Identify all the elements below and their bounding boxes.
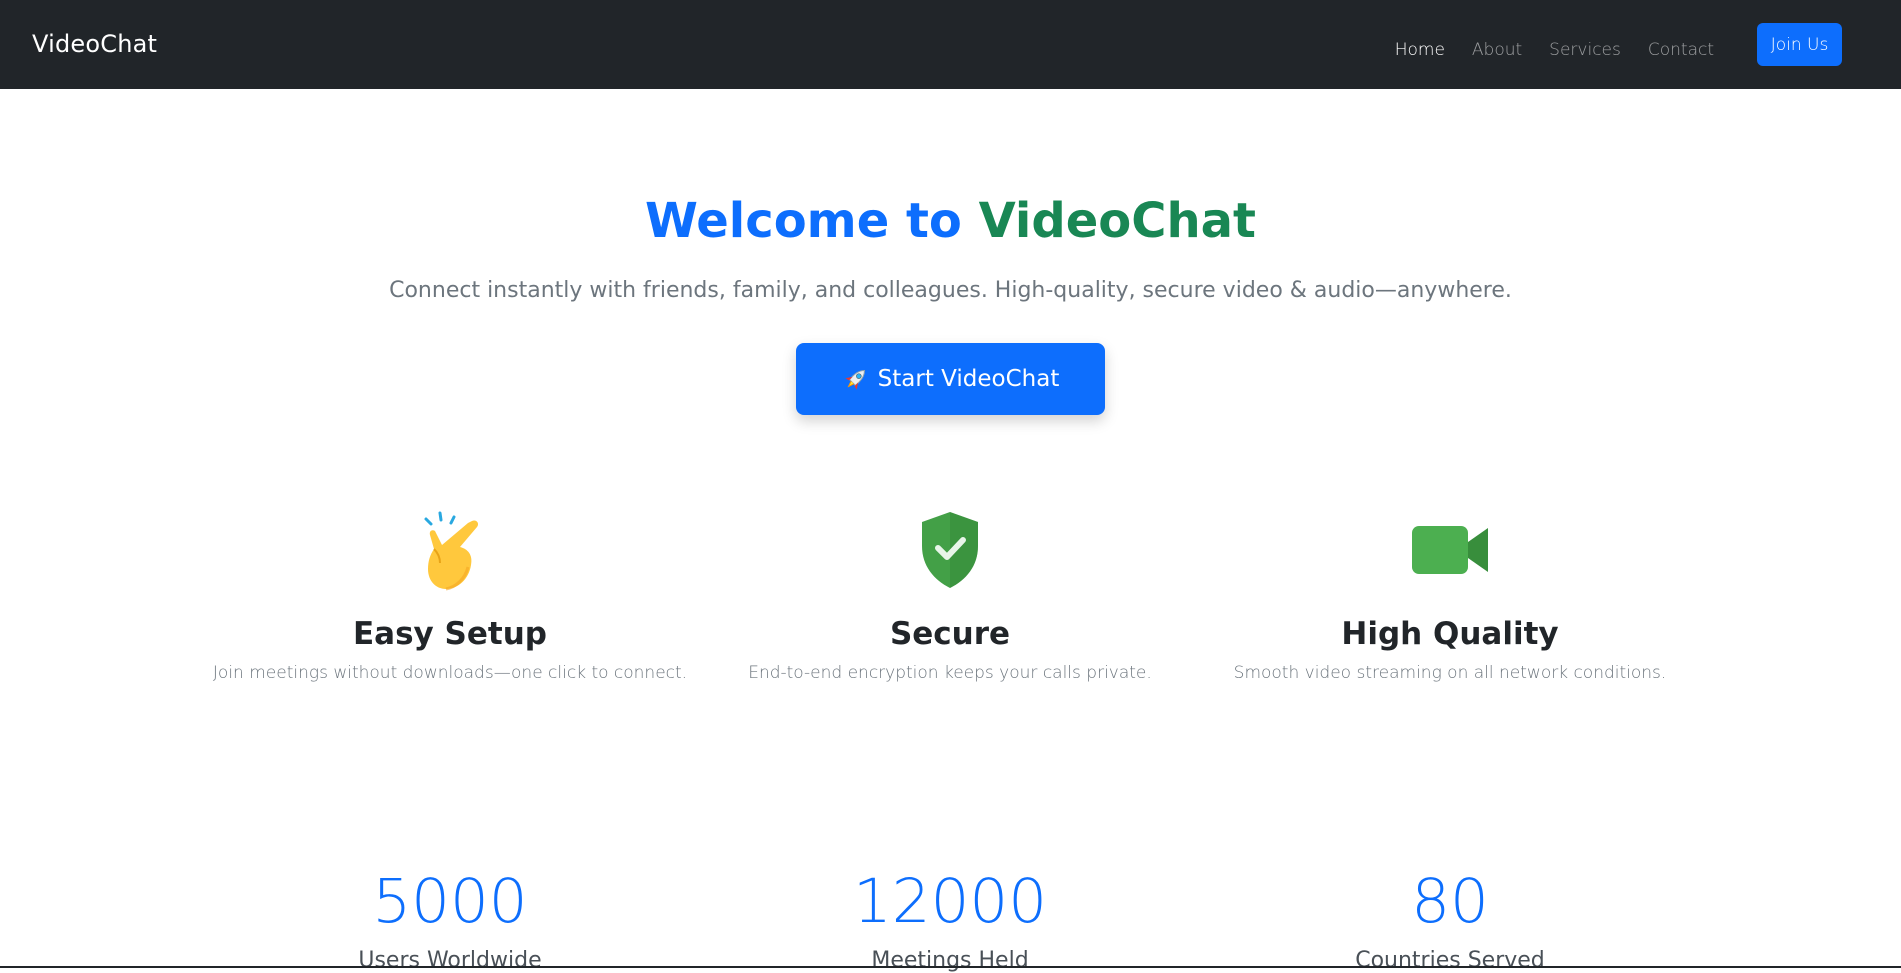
stats-section: 5000 Users Worldwide 12000 Meetings Held…: [200, 862, 1700, 973]
stat-label: Countries Served: [1355, 948, 1545, 973]
stat-label: Users Worldwide: [358, 948, 542, 973]
stat-meetings: 12000 Meetings Held: [700, 862, 1200, 973]
nav-link-services[interactable]: Services: [1549, 30, 1621, 60]
pointing-hand-icon: [200, 505, 700, 595]
nav-link-home[interactable]: Home: [1395, 30, 1445, 60]
stat-number: 12000: [852, 866, 1048, 937]
start-videochat-button[interactable]: Start VideoChat: [796, 343, 1105, 415]
feature-title: High Quality: [1341, 616, 1559, 652]
feature-easy-setup: Easy Setup Join meetings without downloa…: [200, 505, 700, 683]
navbar: VideoChat Home About Services Contact Jo…: [0, 0, 1901, 89]
nav-links: Home About Services Contact Join Us: [1395, 0, 1901, 89]
feature-title: Secure: [889, 616, 1011, 652]
hero-title-brand: VideoChat: [978, 193, 1256, 249]
stat-countries: 80 Countries Served: [1200, 862, 1700, 973]
rocket-icon: [842, 365, 870, 393]
feature-description: End-to-end encryption keeps your calls p…: [748, 663, 1152, 683]
feature-title: Easy Setup: [353, 616, 547, 652]
feature-high-quality: High Quality Smooth video streaming on a…: [1200, 505, 1700, 683]
feature-description: Smooth video streaming on all network co…: [1233, 663, 1667, 683]
feature-secure: Secure End-to-end encryption keeps your …: [700, 505, 1200, 683]
nav-link-about[interactable]: About: [1472, 30, 1522, 60]
stat-label: Meetings Held: [871, 948, 1029, 973]
start-videochat-label: Start VideoChat: [877, 366, 1060, 392]
hero-subtitle: Connect instantly with friends, family, …: [389, 278, 1512, 303]
stat-number: 5000: [372, 866, 528, 937]
hero-title-welcome: Welcome to: [645, 193, 979, 249]
video-camera-icon: [1200, 505, 1700, 595]
join-us-button[interactable]: Join Us: [1757, 23, 1842, 66]
shield-check-icon: [700, 505, 1200, 595]
brand-logo[interactable]: VideoChat: [32, 30, 157, 58]
feature-description: Join meetings without downloads—one clic…: [212, 663, 688, 683]
features-section: Easy Setup Join meetings without downloa…: [200, 505, 1700, 683]
hero-title: Welcome to VideoChat: [0, 192, 1901, 250]
nav-link-contact[interactable]: Contact: [1648, 30, 1714, 60]
stat-number: 80: [1411, 866, 1489, 937]
stat-users: 5000 Users Worldwide: [200, 862, 700, 973]
